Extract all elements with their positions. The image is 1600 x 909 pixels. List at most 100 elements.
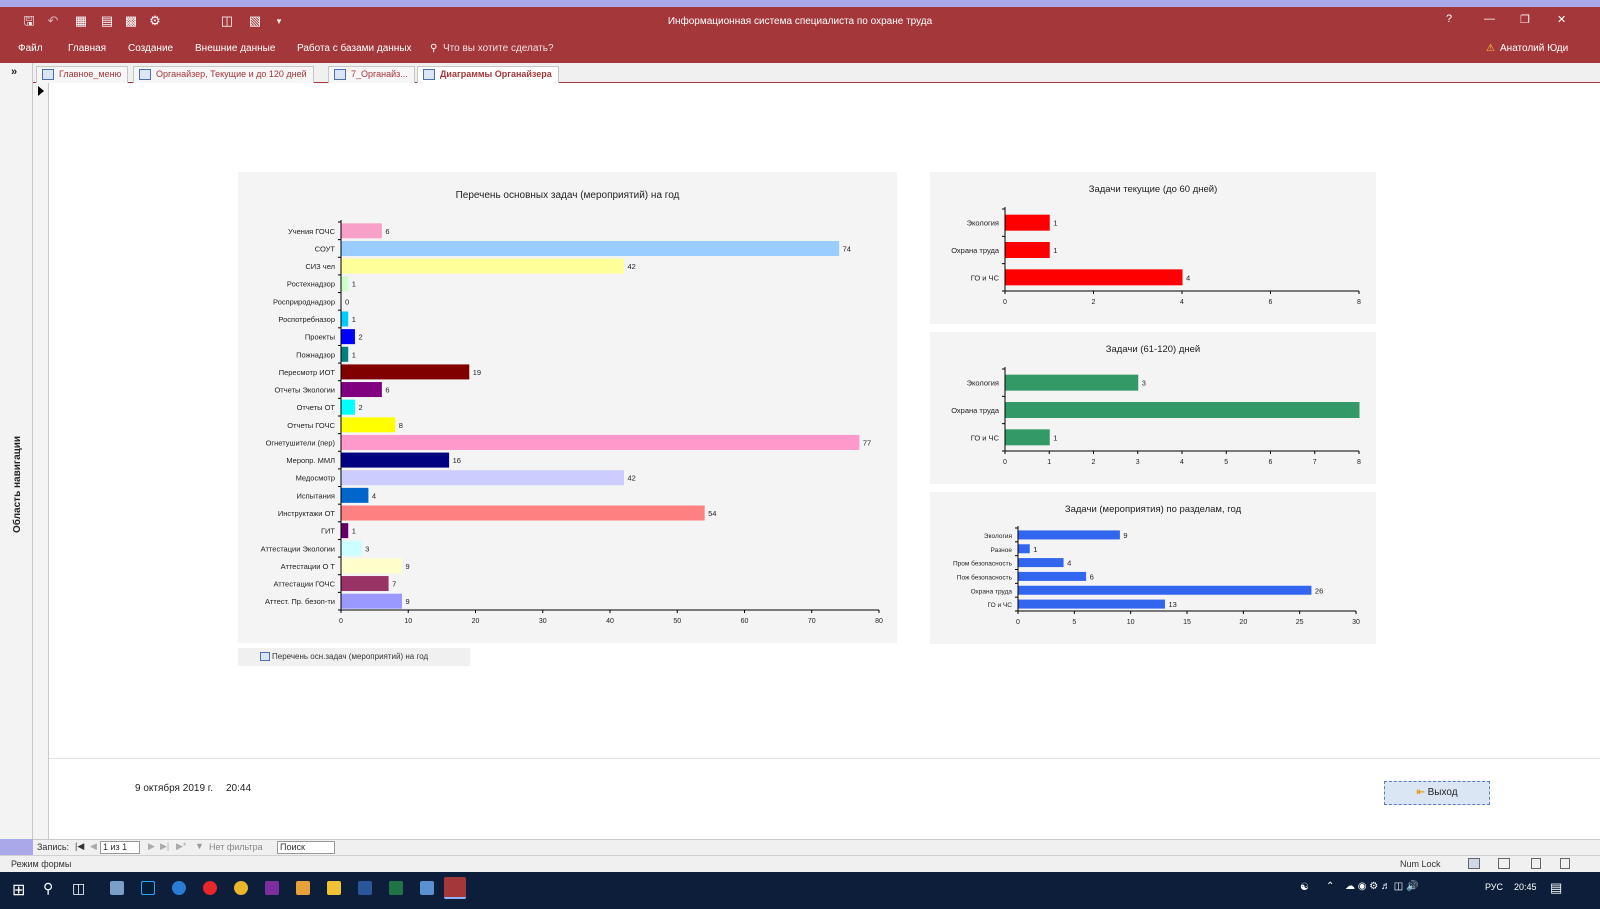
bar bbox=[341, 540, 362, 556]
photoshop-icon[interactable] bbox=[141, 881, 155, 895]
data-label: 1 bbox=[352, 350, 356, 359]
tab-file[interactable]: Файл bbox=[18, 43, 43, 54]
explorer-icon[interactable] bbox=[327, 881, 341, 895]
category-label: Экология bbox=[984, 533, 1013, 540]
new-record-button[interactable]: ▶* bbox=[176, 841, 186, 852]
filter-icon: ▼ bbox=[195, 841, 204, 851]
form-icon bbox=[42, 69, 54, 80]
x-tick-label: 50 bbox=[673, 618, 681, 625]
data-label: 1 bbox=[1033, 545, 1037, 554]
exit-button[interactable]: ⇤ Выход bbox=[1384, 781, 1490, 805]
tab-organizer-current[interactable]: Органайзер, Текущие и до 120 дней bbox=[133, 66, 314, 83]
warning-icon: ⚠ bbox=[1486, 43, 1495, 54]
first-record-button[interactable]: |◀ bbox=[75, 841, 84, 852]
prev-record-button[interactable]: ◀ bbox=[90, 841, 97, 852]
language-indicator[interactable]: РУС bbox=[1485, 882, 1503, 892]
data-label: 42 bbox=[627, 262, 635, 271]
category-label: Аттест. Пр. безоп-ти bbox=[265, 597, 335, 606]
tab-label: Главное_меню bbox=[59, 69, 122, 79]
tell-me-box[interactable]: Что вы хотите сделать? bbox=[443, 43, 554, 54]
user-name[interactable]: Анатолий Юди bbox=[1500, 43, 1568, 54]
clock[interactable]: 20:45 bbox=[1514, 882, 1537, 892]
tab-external-data[interactable]: Внешние данные bbox=[195, 43, 275, 54]
restore-button[interactable]: ❐ bbox=[1520, 13, 1530, 26]
last-record-button[interactable]: ▶| bbox=[160, 841, 169, 852]
category-label: ГО и ЧС bbox=[971, 273, 1000, 282]
minimize-button[interactable]: — bbox=[1484, 13, 1495, 25]
bar bbox=[341, 223, 382, 239]
bar bbox=[1018, 599, 1165, 609]
store-icon[interactable] bbox=[296, 881, 310, 895]
search-icon[interactable]: ⚲ bbox=[43, 880, 53, 897]
filter-status[interactable]: Нет фильтра bbox=[209, 842, 263, 852]
tab-organizer-charts[interactable]: Диаграммы Органайзера bbox=[417, 66, 559, 83]
chart-sections-panel[interactable]: Задачи (мероприятия) по разделам, год 05… bbox=[930, 492, 1376, 644]
design-view-icon[interactable] bbox=[1560, 858, 1570, 869]
x-tick-label: 1 bbox=[1047, 459, 1051, 466]
bar bbox=[1005, 269, 1183, 286]
bar bbox=[341, 399, 355, 415]
record-selector[interactable] bbox=[33, 83, 49, 839]
bar bbox=[341, 311, 349, 327]
access-icon[interactable] bbox=[444, 877, 466, 899]
next-record-button[interactable]: ▶ bbox=[148, 841, 155, 852]
excel-icon[interactable] bbox=[389, 881, 403, 895]
bar bbox=[341, 364, 470, 380]
bar bbox=[341, 487, 369, 503]
close-button[interactable]: ✕ bbox=[1557, 13, 1566, 26]
data-label: 9 bbox=[1123, 531, 1127, 540]
x-tick-label: 30 bbox=[1352, 619, 1360, 626]
bar bbox=[341, 276, 349, 292]
tab-label: Диаграммы Органайзера bbox=[440, 69, 552, 79]
data-label: 54 bbox=[708, 509, 716, 518]
app-icon[interactable] bbox=[110, 881, 124, 895]
report-link-button[interactable]: Перечень осн.задач (мероприятий) на год bbox=[238, 648, 470, 666]
help-button[interactable]: ? bbox=[1446, 13, 1452, 25]
datasheet-view-icon[interactable] bbox=[1498, 858, 1510, 869]
search-input[interactable]: Поиск bbox=[277, 841, 335, 854]
document-tabs: Главное_меню Органайзер, Текущие и до 12… bbox=[33, 63, 1600, 83]
expand-nav-button[interactable]: » bbox=[11, 66, 17, 78]
windows-start-icon[interactable]: ⊞ bbox=[12, 880, 25, 900]
app-icon[interactable] bbox=[420, 881, 434, 895]
form-footer-divider bbox=[49, 758, 1600, 759]
x-tick-label: 40 bbox=[606, 618, 614, 625]
tab-main-menu[interactable]: Главное_меню bbox=[36, 66, 129, 83]
chevron-up-icon[interactable]: ⌃ bbox=[1326, 881, 1334, 892]
chart-61-120-panel[interactable]: Задачи (61-120) дней 0 1 2 3 4 5 6 7 8 Экология 3 О… bbox=[930, 332, 1376, 484]
category-label: Аттестации Экологии bbox=[261, 544, 335, 553]
category-label: Проекты bbox=[305, 333, 335, 342]
footer-time: 20:44 bbox=[226, 783, 252, 794]
onenote-icon[interactable] bbox=[265, 881, 279, 895]
data-label: 26 bbox=[1315, 586, 1323, 595]
bar bbox=[341, 346, 349, 362]
notifications-icon[interactable]: ▤ bbox=[1550, 880, 1562, 896]
chart-main-panel[interactable]: Перечень основных задач (мероприятий) на… bbox=[238, 172, 897, 643]
x-tick-label: 0 bbox=[339, 618, 343, 625]
data-label: 1 bbox=[352, 280, 356, 289]
browser-icon[interactable] bbox=[172, 881, 186, 895]
tab-create[interactable]: Создание bbox=[128, 43, 173, 54]
people-icon[interactable]: ☯ bbox=[1300, 882, 1309, 893]
form-view-icon[interactable] bbox=[1468, 858, 1480, 869]
record-position-field[interactable]: 1 из 1 bbox=[100, 841, 140, 854]
tab-home[interactable]: Главная bbox=[68, 43, 106, 54]
tab-database-tools[interactable]: Работа с базами данных bbox=[297, 43, 412, 54]
task-view-icon[interactable]: ◫ bbox=[72, 880, 85, 897]
layout-view-icon[interactable] bbox=[1531, 858, 1541, 869]
bar bbox=[341, 258, 624, 274]
bar bbox=[1005, 402, 1360, 418]
chrome-icon[interactable] bbox=[234, 881, 248, 895]
x-tick-label: 6 bbox=[1269, 459, 1273, 466]
opera-icon[interactable] bbox=[203, 881, 217, 895]
chart-current-panel[interactable]: Задачи текущие (до 60 дней) 0 2 4 6 8 Экологи… bbox=[930, 172, 1376, 324]
tab-organizer-7[interactable]: 7_Органайз... bbox=[328, 66, 415, 83]
category-label: Разное bbox=[991, 547, 1013, 554]
x-tick-label: 0 bbox=[1003, 299, 1007, 306]
tray-icons[interactable]: ☁ ◉ ⚙ ♬ ◫ 🔊 bbox=[1345, 881, 1418, 892]
x-tick-label: 20 bbox=[472, 618, 480, 625]
word-icon[interactable] bbox=[358, 881, 372, 895]
category-label: Отчеты Экологии bbox=[274, 386, 335, 395]
navigation-pane[interactable]: » Область навигации bbox=[0, 63, 33, 839]
window-top-strip bbox=[0, 0, 1600, 7]
